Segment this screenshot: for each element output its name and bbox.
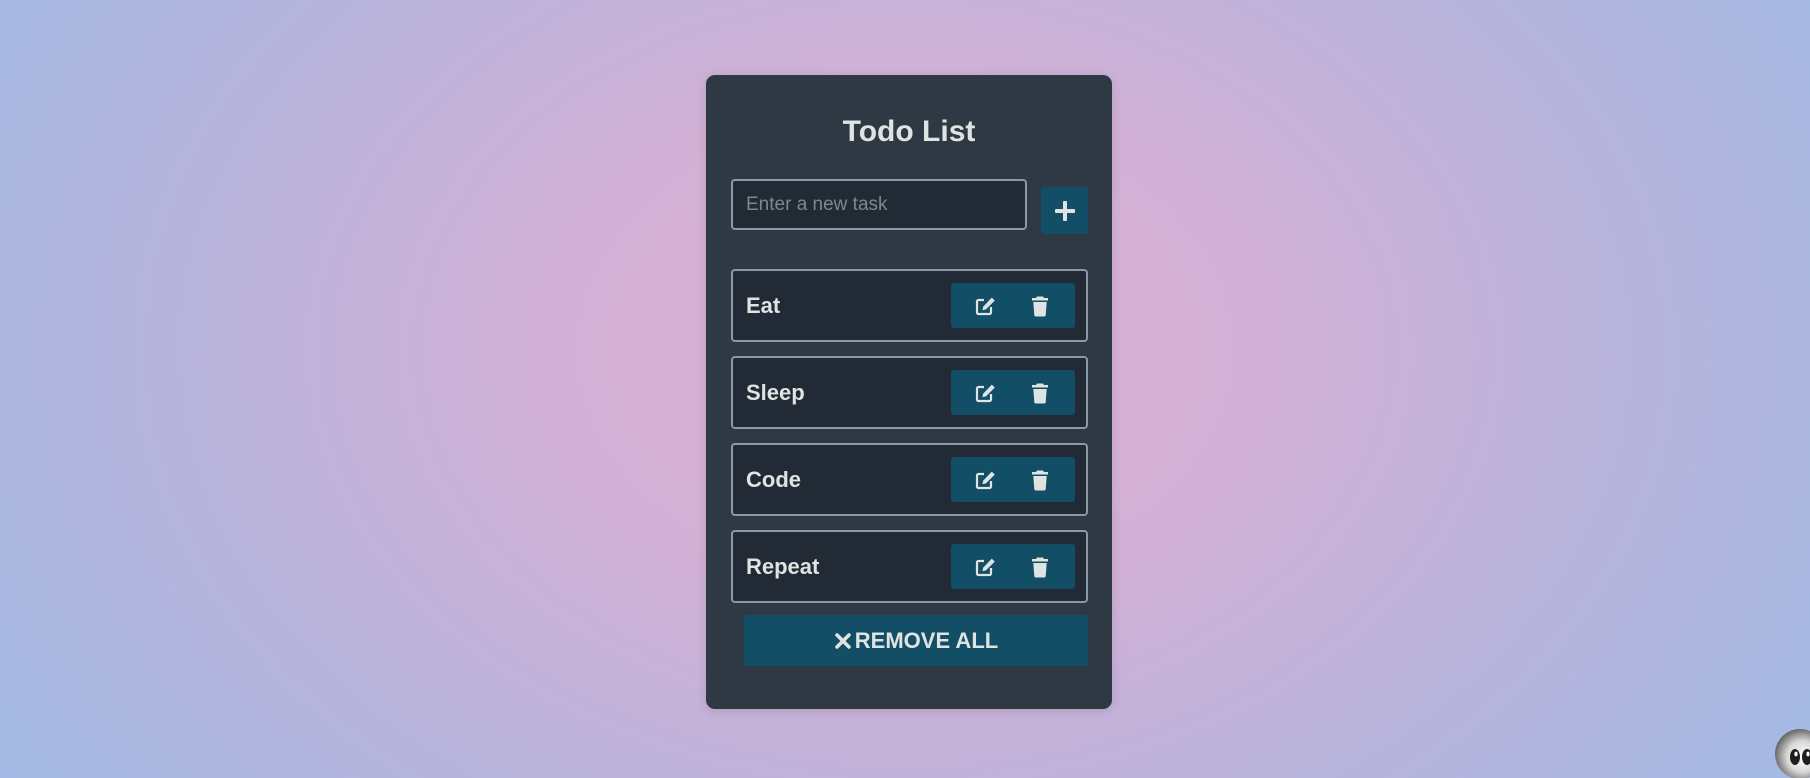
delete-button[interactable] bbox=[1028, 555, 1052, 579]
plus-icon bbox=[1054, 200, 1076, 222]
edit-button[interactable] bbox=[974, 381, 998, 405]
remove-all-button[interactable]: REMOVE ALL bbox=[744, 615, 1088, 666]
edit-icon bbox=[975, 296, 997, 316]
todo-list: Eat Sleep Code Repeat bbox=[731, 269, 1088, 617]
todo-text: Eat bbox=[746, 292, 781, 318]
add-task-button[interactable] bbox=[1041, 187, 1088, 234]
close-icon bbox=[834, 632, 852, 650]
todo-item: Code bbox=[731, 443, 1088, 516]
page-title: Todo List bbox=[842, 115, 976, 148]
todo-actions bbox=[951, 283, 1075, 328]
todo-actions bbox=[951, 544, 1075, 589]
delete-button[interactable] bbox=[1028, 468, 1052, 492]
todo-item: Sleep bbox=[731, 356, 1088, 429]
edit-button[interactable] bbox=[974, 294, 998, 318]
delete-button[interactable] bbox=[1028, 381, 1052, 405]
trash-icon bbox=[1031, 295, 1049, 317]
trash-icon bbox=[1031, 556, 1049, 578]
delete-button[interactable] bbox=[1028, 294, 1052, 318]
todo-actions bbox=[951, 370, 1075, 415]
todo-actions bbox=[951, 457, 1075, 502]
new-task-input[interactable] bbox=[731, 179, 1027, 230]
corner-avatar-icon[interactable] bbox=[1775, 729, 1810, 778]
todo-text: Code bbox=[746, 466, 801, 492]
todo-text: Repeat bbox=[746, 553, 820, 579]
trash-icon bbox=[1031, 382, 1049, 404]
edit-icon bbox=[975, 383, 997, 403]
remove-all-label: REMOVE ALL bbox=[854, 627, 999, 653]
todo-card: Todo List Eat bbox=[706, 75, 1112, 709]
todo-text: Sleep bbox=[746, 379, 805, 405]
todo-item: Eat bbox=[731, 269, 1088, 342]
edit-icon bbox=[975, 470, 997, 490]
trash-icon bbox=[1031, 469, 1049, 491]
edit-button[interactable] bbox=[974, 555, 998, 579]
edit-button[interactable] bbox=[974, 468, 998, 492]
edit-icon bbox=[975, 557, 997, 577]
todo-item: Repeat bbox=[731, 530, 1088, 603]
